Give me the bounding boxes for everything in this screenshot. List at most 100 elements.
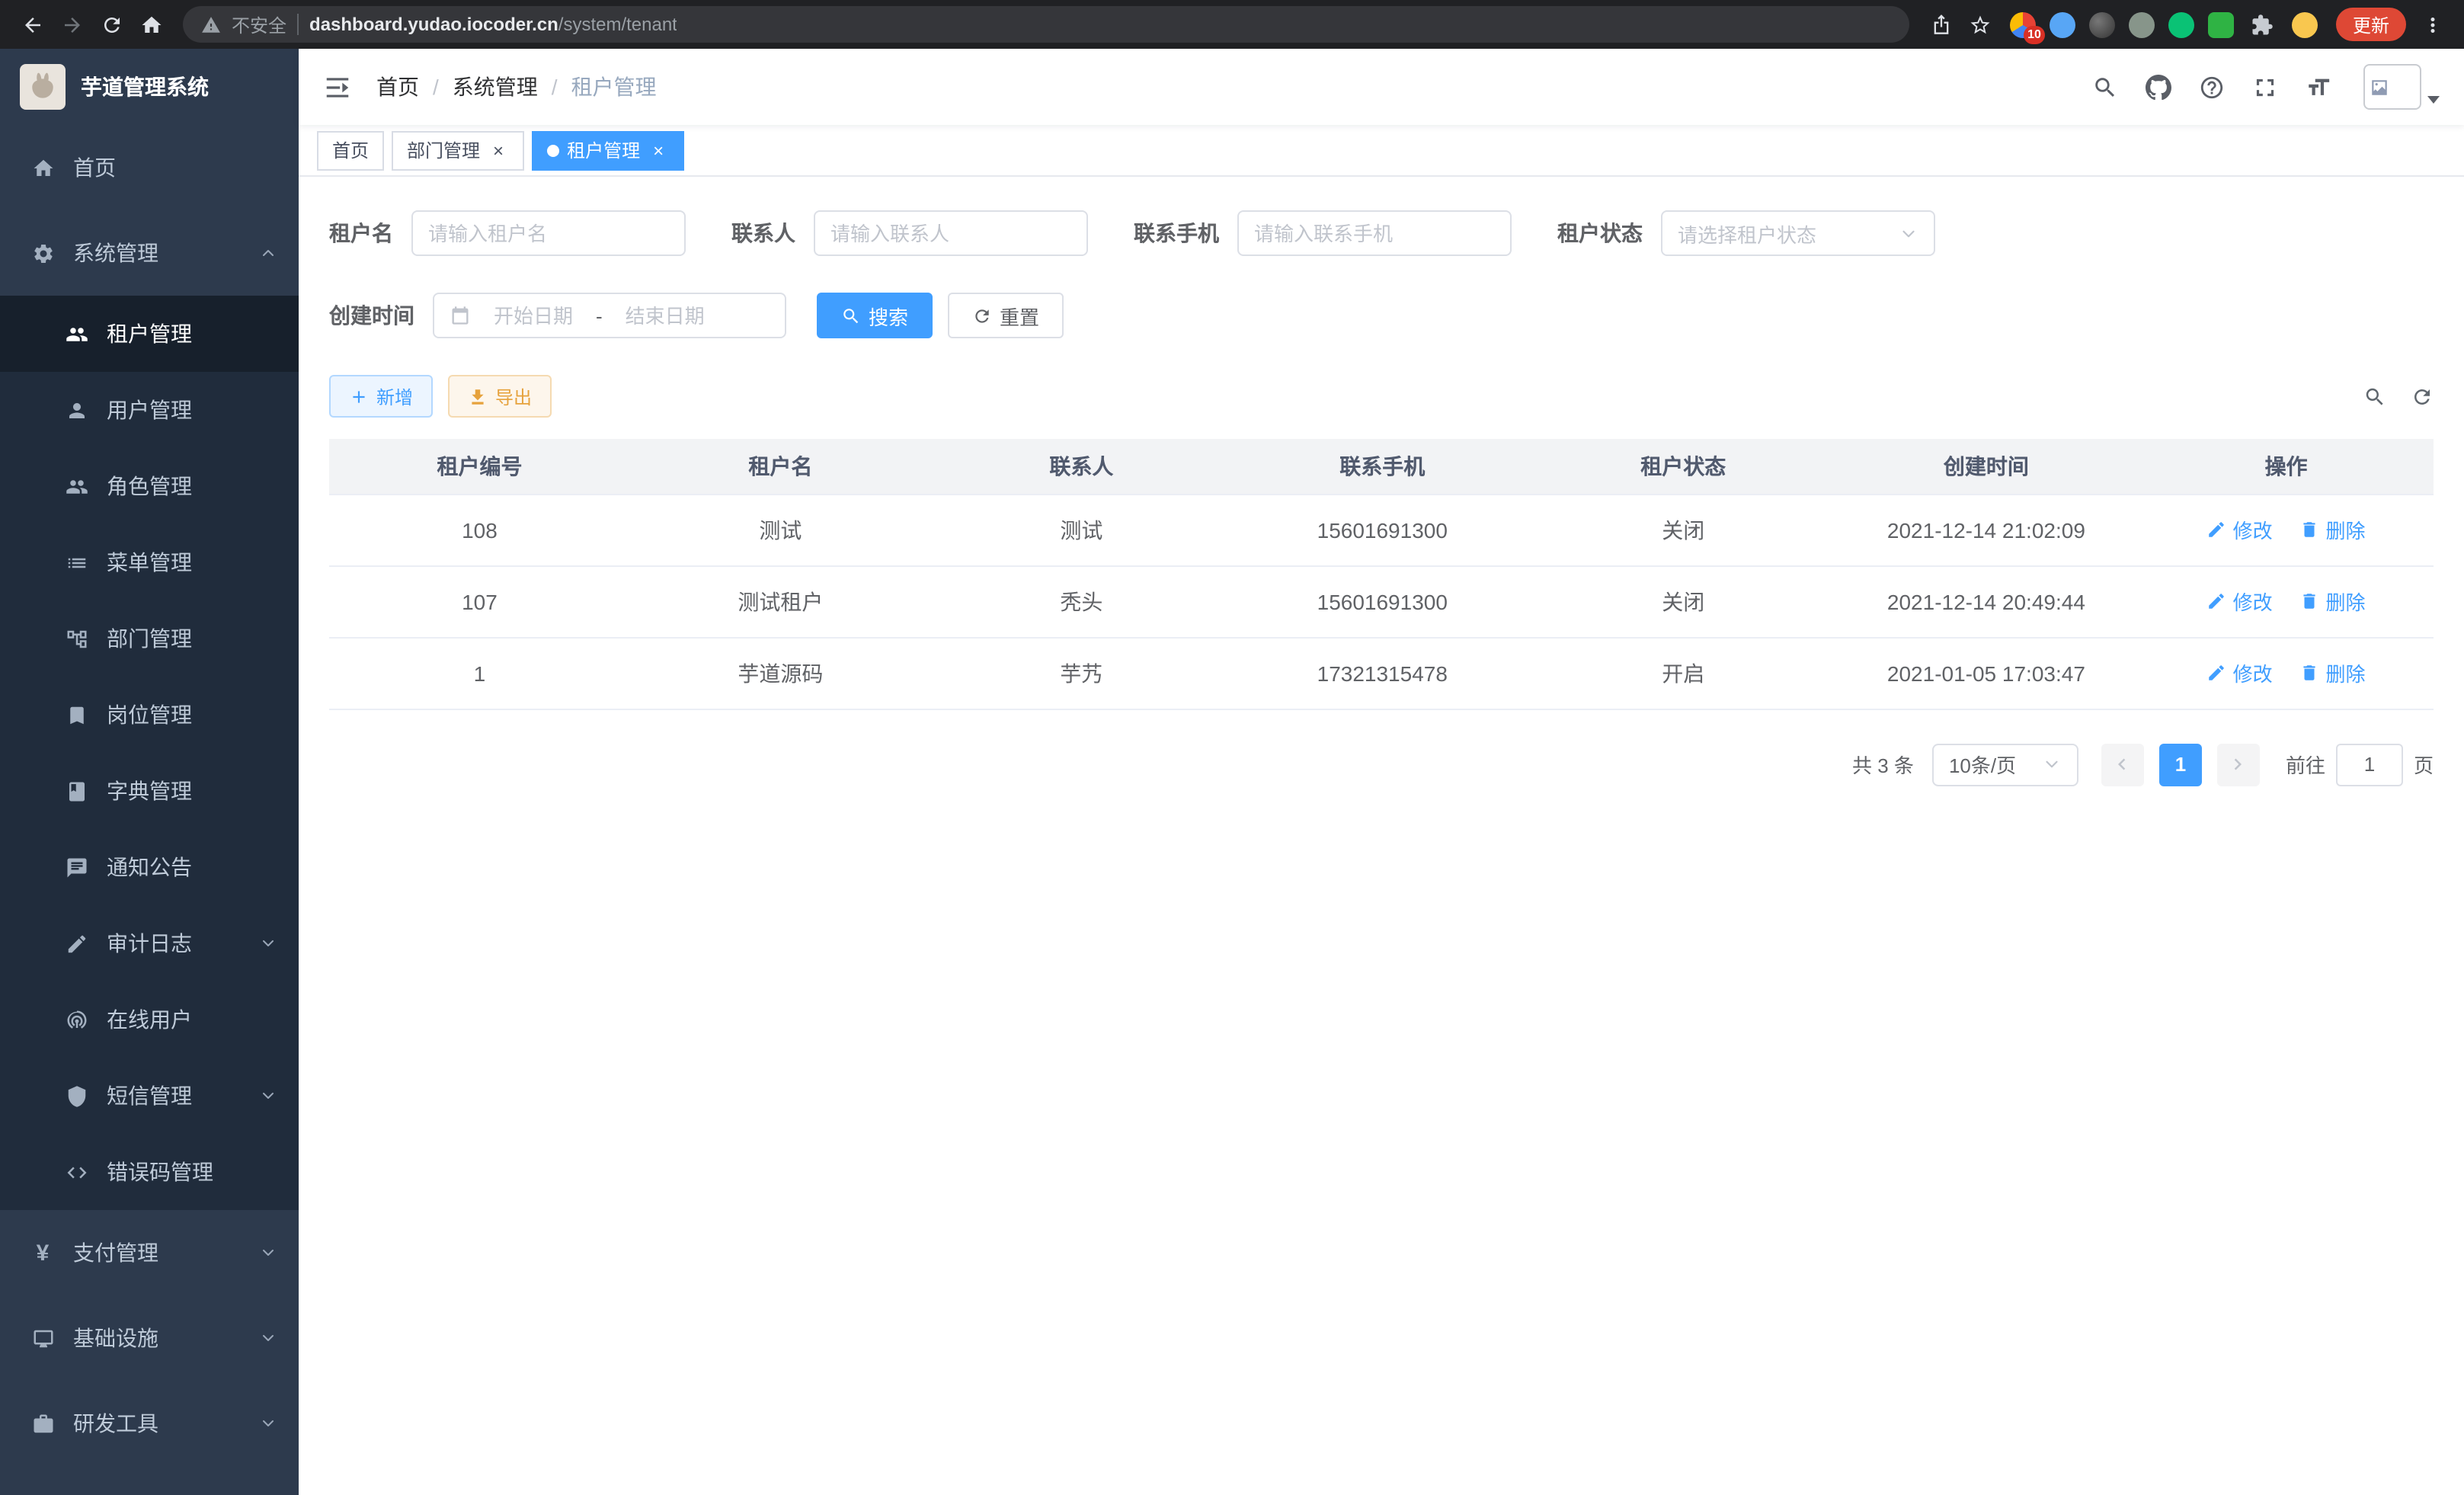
column-header-id: 租户编号 [329,439,630,494]
edit-link[interactable]: 修改 [2207,515,2273,544]
page-size-select[interactable]: 10条/页 [1932,743,2078,786]
export-button[interactable]: 导出 [448,375,552,418]
delete-link[interactable]: 删除 [2299,587,2365,616]
extensions-row: 10 [2010,5,2318,44]
refresh-icon [972,306,992,325]
mobile-input[interactable] [1237,210,1512,256]
delete-link[interactable]: 删除 [2299,658,2365,687]
sidebar-menu: 首页 系统管理 租户管理 用户管理 [0,125,299,1495]
hamburger-icon[interactable] [323,72,352,101]
sidebar-item-pay[interactable]: ¥ 支付管理 [0,1210,299,1295]
cell-created: 2021-01-05 17:03:47 [1834,637,2139,709]
tag-home[interactable]: 首页 [317,130,384,170]
browser-forward-button[interactable] [52,5,91,44]
goto-page-input[interactable] [2336,743,2403,786]
next-page-button[interactable] [2217,743,2260,786]
extension-icon-3[interactable] [2089,11,2115,37]
search-icon[interactable] [2085,67,2124,107]
edit-link[interactable]: 修改 [2207,658,2273,687]
sidebar-item-sms[interactable]: 短信管理 [0,1058,299,1134]
sidebar-item-notice[interactable]: 通知公告 [0,829,299,905]
tag-tenant[interactable]: 租户管理 × [532,130,684,170]
contact-input-field[interactable] [830,222,1071,245]
fullscreen-icon[interactable] [2245,67,2284,107]
sidebar-item-home[interactable]: 首页 [0,125,299,210]
toolbar-right [2363,385,2434,408]
add-button[interactable]: 新增 [329,375,433,418]
sidebar-item-infra[interactable]: 基础设施 [0,1295,299,1381]
extension-icon-4[interactable] [2129,11,2155,37]
extension-icon-5[interactable] [2168,11,2194,37]
page-number-current[interactable]: 1 [2159,743,2202,786]
profile-avatar[interactable] [2292,11,2318,37]
sidebar-item-label: 基础设施 [73,1323,241,1353]
extension-icon-6[interactable] [2208,11,2234,37]
sidebar-item-audit-log[interactable]: 审计日志 [0,905,299,981]
pagination-total: 共 3 条 [1852,750,1914,779]
delete-link[interactable]: 删除 [2299,515,2365,544]
user-avatar-dropdown[interactable] [2363,64,2440,110]
breadcrumb-item-system[interactable]: 系统管理 [453,72,538,102]
browser-back-button[interactable] [12,5,52,44]
reset-button[interactable]: 重置 [948,293,1064,338]
contact-input[interactable] [814,210,1088,256]
sidebar-item-post[interactable]: 岗位管理 [0,677,299,753]
peoples-icon [64,322,88,345]
sidebar-item-dict[interactable]: 字典管理 [0,753,299,829]
address-divider [297,14,299,35]
extensions-puzzle-icon[interactable] [2248,5,2278,44]
filter-label: 租户状态 [1557,218,1643,248]
share-icon[interactable] [1922,5,1961,44]
breadcrumb-item-home[interactable]: 首页 [376,72,419,102]
prev-page-button[interactable] [2101,743,2144,786]
status-select[interactable]: 请选择租户状态 [1661,210,1935,256]
start-date-input[interactable] [482,304,585,327]
message-icon [64,856,88,879]
help-icon[interactable] [2191,67,2231,107]
navbar-actions [2085,64,2440,110]
sidebar-item-system[interactable]: 系统管理 [0,210,299,296]
date-range-picker[interactable]: - [433,293,786,338]
sidebar-item-tenant[interactable]: 租户管理 [0,296,299,372]
cell-contact: 测试 [931,494,1232,565]
close-icon[interactable]: × [488,139,509,161]
tenant-name-input-field[interactable] [428,222,669,245]
app-window: 芋道管理系统 首页 系统管理 租户管理 [0,49,2464,1495]
bookmark-star-icon[interactable] [1961,5,2001,44]
sidebar-item-user[interactable]: 用户管理 [0,372,299,448]
address-bar[interactable]: 不安全 dashboard.yudao.iocoder.cn/system/te… [183,6,1909,43]
column-header-actions: 操作 [2139,439,2434,494]
font-size-icon[interactable] [2298,67,2338,107]
cell-actions: 修改 删除 [2139,637,2434,709]
toggle-search-icon[interactable] [2363,385,2386,408]
search-button[interactable]: 搜索 [817,293,933,338]
sidebar-item-error-code[interactable]: 错误码管理 [0,1134,299,1210]
github-icon[interactable] [2138,67,2178,107]
tenant-name-input[interactable] [411,210,686,256]
cell-contact: 芋艿 [931,637,1232,709]
extension-icon-2[interactable] [2050,11,2075,37]
extension-icon-1[interactable]: 10 [2010,11,2036,37]
chrome-update-button[interactable]: 更新 [2336,8,2406,41]
mobile-input-field[interactable] [1254,222,1495,245]
broken-image-icon [2370,77,2389,97]
end-date-input[interactable] [613,304,717,327]
pagination: 共 3 条 10条/页 1 前往 页 [329,743,2434,786]
sidebar-item-menu[interactable]: 菜单管理 [0,524,299,600]
sidebar-item-online-user[interactable]: 在线用户 [0,981,299,1058]
bookmark-icon [64,703,88,726]
tag-dept[interactable]: 部门管理 × [392,130,524,170]
chrome-menu-icon[interactable] [2412,5,2452,44]
browser-reload-button[interactable] [91,5,131,44]
refresh-table-icon[interactable] [2411,385,2434,408]
cell-mobile: 15601691300 [1232,494,1533,565]
sidebar-item-label: 部门管理 [107,623,277,654]
sidebar-item-dept[interactable]: 部门管理 [0,600,299,677]
browser-home-button[interactable] [131,5,171,44]
sidebar-item-dev-tool[interactable]: 研发工具 [0,1381,299,1466]
cell-id: 1 [329,637,630,709]
edit-link[interactable]: 修改 [2207,587,2273,616]
cell-mobile: 17321315478 [1232,637,1533,709]
close-icon[interactable]: × [648,139,669,161]
sidebar-item-role[interactable]: 角色管理 [0,448,299,524]
